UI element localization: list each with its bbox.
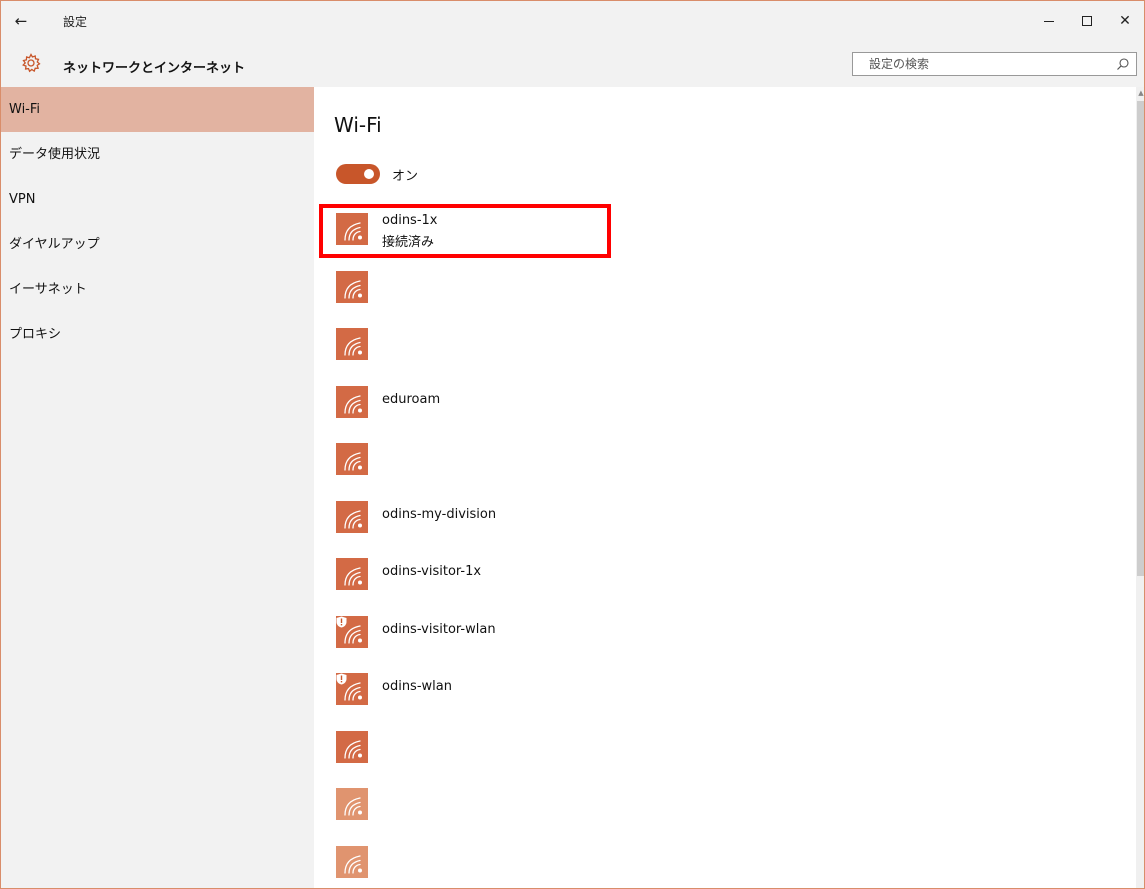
wifi-signal-icon	[336, 845, 368, 878]
network-list: odins-1x 接続済み eduroam odins-my-division odin…	[314, 207, 1114, 889]
network-item[interactable]	[314, 725, 1114, 783]
close-button[interactable]: ✕	[1106, 1, 1144, 41]
network-name: odins-wlan	[382, 679, 452, 694]
wifi-signal-icon	[336, 615, 368, 648]
wifi-signal-icon	[336, 443, 368, 475]
toggle-label: オン	[392, 168, 419, 184]
main-content: Wi-Fi オン odins-1x 接続済み eduroam odins-my-div…	[314, 87, 1136, 889]
app-title: 設定	[63, 15, 88, 29]
maximize-button[interactable]	[1068, 1, 1106, 41]
wifi-toggle[interactable]	[336, 164, 380, 184]
maximize-icon	[1082, 16, 1092, 26]
shield-warning-icon	[336, 673, 347, 685]
page-title: Wi-Fi	[334, 113, 382, 137]
window-controls: ✕	[1030, 1, 1144, 41]
wifi-signal-icon	[336, 788, 368, 820]
network-item[interactable]: odins-wlan	[314, 667, 1114, 725]
wifi-signal-icon	[336, 558, 368, 590]
network-item[interactable]	[314, 322, 1114, 380]
sidebar-item-dialup[interactable]: ダイヤルアップ	[1, 222, 314, 267]
page-header: ネットワークとインターネット	[1, 41, 1144, 87]
network-name: odins-visitor-wlan	[382, 621, 496, 637]
network-status: 接続済み	[382, 235, 435, 250]
wifi-signal-icon	[336, 500, 368, 533]
search-input[interactable]	[853, 53, 1108, 75]
minimize-icon	[1044, 20, 1054, 22]
network-item[interactable]: odins-visitor-1x	[314, 552, 1114, 610]
network-item[interactable]	[314, 437, 1114, 495]
sidebar-item-data-usage[interactable]: データ使用状況	[1, 132, 314, 177]
wifi-signal-icon	[336, 385, 368, 418]
wifi-signal-icon	[336, 213, 368, 245]
wifi-signal-icon	[336, 270, 368, 303]
network-name: odins-visitor-1x	[382, 564, 482, 579]
network-name: eduroam	[382, 391, 441, 407]
search-box[interactable]	[852, 52, 1137, 76]
toggle-knob	[364, 169, 374, 179]
scroll-up-icon[interactable]: ▲	[1137, 89, 1144, 97]
section-title: ネットワークとインターネット	[63, 61, 246, 76]
wifi-toggle-row: オン	[336, 164, 418, 184]
network-item[interactable]: eduroam	[314, 380, 1114, 438]
wifi-signal-icon	[336, 328, 368, 360]
back-button[interactable]: ←	[9, 9, 33, 33]
network-item[interactable]	[314, 840, 1114, 889]
wifi-signal-icon	[336, 730, 368, 763]
wifi-signal-icon	[336, 673, 368, 705]
sidebar-item-proxy[interactable]: プロキシ	[1, 312, 314, 357]
network-item[interactable]: odins-visitor-wlan	[314, 610, 1114, 668]
settings-window: ← 設定 ✕ ネットワークとインターネット Wi-Fi データ使用状況 VPN …	[0, 0, 1145, 889]
title-bar: ← 設定 ✕	[1, 1, 1144, 41]
network-item[interactable]: odins-1x 接続済み	[314, 207, 1114, 265]
gear-icon	[22, 53, 41, 73]
shield-warning-icon	[336, 616, 347, 627]
sidebar-item-vpn[interactable]: VPN	[1, 177, 314, 222]
network-item[interactable]	[314, 782, 1114, 840]
minimize-button[interactable]	[1030, 1, 1068, 41]
sidebar-item-wifi[interactable]: Wi-Fi	[1, 87, 314, 132]
scrollbar[interactable]: ▲	[1136, 87, 1144, 888]
search-icon[interactable]	[1116, 57, 1130, 71]
sidebar: Wi-Fi データ使用状況 VPN ダイヤルアップ イーサネット プロキシ	[1, 87, 314, 888]
network-name: odins-my-division	[382, 506, 497, 522]
network-name: odins-1x	[382, 213, 438, 228]
scroll-thumb[interactable]	[1137, 101, 1144, 576]
network-item[interactable]: odins-my-division	[314, 495, 1114, 553]
network-item[interactable]	[314, 265, 1114, 323]
sidebar-item-ethernet[interactable]: イーサネット	[1, 267, 314, 312]
